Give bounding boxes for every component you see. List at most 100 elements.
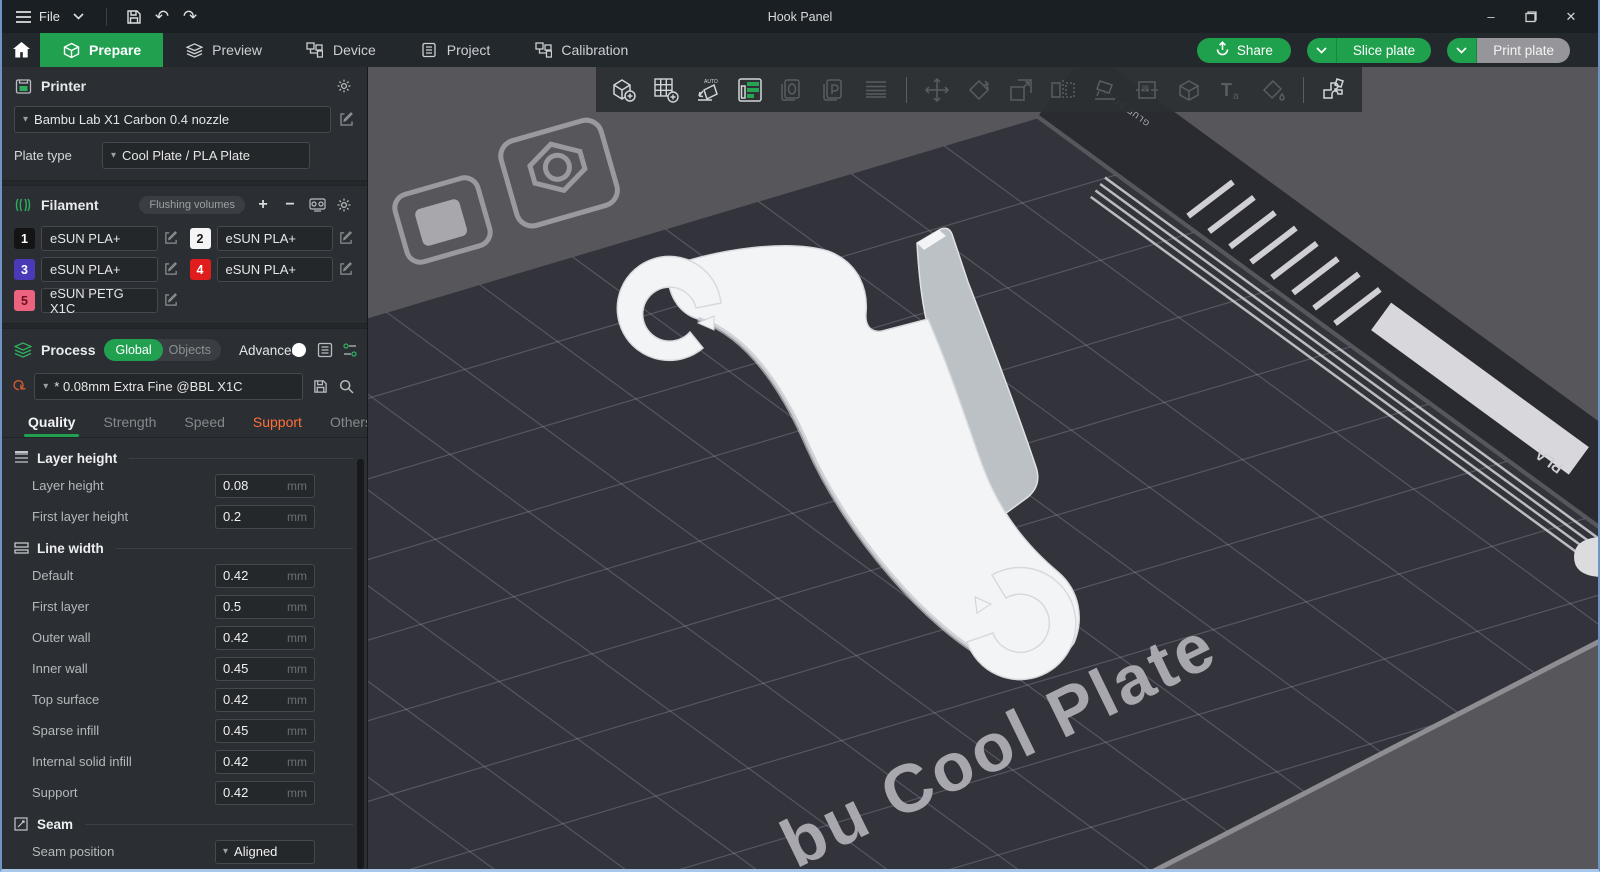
- plate-type-select[interactable]: ▾ Cool Plate / PLA Plate: [102, 142, 310, 169]
- viewport-3d[interactable]: PLA GLUE STICK bu Cool Plate: [368, 67, 1598, 869]
- setting-input[interactable]: 0.5 mm: [215, 594, 315, 619]
- setting-label: Outer wall: [32, 630, 91, 645]
- process-preset-select[interactable]: ▾ * 0.08mm Extra Fine @BBL X1C: [34, 373, 303, 400]
- settings-group-header: Line width: [2, 532, 367, 560]
- printer-edit-icon[interactable]: [339, 111, 355, 128]
- device-icon: [306, 41, 324, 59]
- process-preset-value: * 0.08mm Extra Fine @BBL X1C: [54, 379, 243, 394]
- printer-section-header: Printer: [2, 67, 367, 103]
- filament-badge[interactable]: 3: [14, 259, 35, 280]
- process-tab-support[interactable]: Support: [239, 410, 316, 437]
- save-preset-icon[interactable]: [311, 378, 329, 396]
- setting-input[interactable]: 0.45 mm: [215, 656, 315, 681]
- tab-label: Preview: [212, 42, 262, 58]
- tab-calibration[interactable]: Calibration: [512, 33, 650, 67]
- filament-settings-gear-icon[interactable]: [335, 196, 353, 214]
- print-options-chevron[interactable]: [1447, 37, 1478, 63]
- printer-select[interactable]: ▾ Bambu Lab X1 Carbon 0.4 nozzle: [14, 106, 331, 133]
- process-scope-toggle[interactable]: Global Objects: [104, 339, 222, 361]
- filament-badge[interactable]: 2: [189, 228, 211, 249]
- share-button[interactable]: Share: [1196, 37, 1291, 63]
- assembly-view-icon[interactable]: [1314, 71, 1354, 109]
- slice-options-chevron[interactable]: [1306, 37, 1337, 63]
- viewport-toolbar: AUTO Ta: [596, 67, 1362, 112]
- close-button[interactable]: ✕: [1554, 4, 1588, 30]
- parameter-table-icon[interactable]: [317, 341, 333, 359]
- setting-select[interactable]: ▾ Aligned: [215, 839, 315, 864]
- advanced-label: Advanced: [239, 342, 300, 358]
- tab-project[interactable]: Project: [398, 33, 513, 67]
- chevron-down-icon[interactable]: [70, 8, 88, 26]
- filament-edit-icon[interactable]: [164, 292, 180, 309]
- arrange-icon[interactable]: [730, 71, 770, 109]
- scope-objects[interactable]: Objects: [163, 343, 221, 357]
- setting-unit: mm: [287, 754, 307, 769]
- undo-icon[interactable]: ↶: [153, 7, 171, 26]
- setting-input[interactable]: 0.42 mm: [215, 780, 315, 805]
- minimize-button[interactable]: –: [1474, 4, 1508, 30]
- setting-label: Default: [32, 568, 74, 583]
- filament-select[interactable]: eSUN PLA+: [41, 226, 158, 251]
- printer-settings-gear-icon[interactable]: [335, 77, 353, 95]
- calibration-icon: [534, 41, 552, 59]
- flushing-volumes-button[interactable]: Flushing volumes: [139, 196, 245, 214]
- setting-row: Support 0.42 mm: [2, 777, 367, 808]
- titlebar-separator: [105, 7, 107, 26]
- add-filament-button[interactable]: +: [254, 196, 272, 214]
- filament-select[interactable]: eSUN PLA+: [216, 226, 333, 251]
- filament-select[interactable]: eSUN PETG X1C: [41, 286, 158, 316]
- filament-edit-icon[interactable]: [339, 230, 355, 247]
- filament-badge[interactable]: 4: [189, 259, 211, 280]
- setting-value: 0.45: [223, 661, 249, 676]
- filament-badge[interactable]: 1: [14, 228, 35, 249]
- scope-global[interactable]: Global: [104, 339, 163, 361]
- setting-row: First layer 0.5 mm: [2, 591, 367, 622]
- app-window: File ↶ ↷ Hook Panel – ✕ Prepare Preview …: [0, 0, 1600, 872]
- process-tab-quality[interactable]: Quality: [14, 410, 89, 437]
- settings-scrollbar[interactable]: [357, 459, 364, 869]
- tab-prepare[interactable]: Prepare: [40, 33, 164, 67]
- auto-orient-icon[interactable]: AUTO: [688, 71, 728, 109]
- setting-input[interactable]: 0.2 mm: [215, 504, 315, 529]
- filament-edit-icon[interactable]: [164, 230, 180, 247]
- ams-sync-icon[interactable]: [308, 196, 326, 214]
- setting-input[interactable]: 0.42 mm: [215, 687, 315, 712]
- home-button[interactable]: [2, 33, 40, 67]
- setting-input[interactable]: 0.45 mm: [215, 718, 315, 743]
- process-tab-others[interactable]: Others: [316, 410, 367, 437]
- compare-presets-icon[interactable]: [342, 341, 358, 359]
- sidebar: Printer ▾ Bambu Lab X1 Carbon 0.4 nozzle…: [2, 67, 368, 869]
- filament-select[interactable]: eSUN PLA+: [216, 257, 333, 282]
- setting-input[interactable]: 0.42 mm: [215, 563, 315, 588]
- chevron-down-icon: ▾: [111, 150, 117, 161]
- seam-icon: [14, 817, 29, 832]
- setting-input[interactable]: 0.42 mm: [215, 625, 315, 650]
- filament-badge[interactable]: 5: [14, 290, 35, 311]
- filament-slot-5: 5 eSUN PETG X1C: [14, 286, 180, 316]
- filament-edit-icon[interactable]: [164, 261, 180, 278]
- filament-select[interactable]: eSUN PLA+: [41, 257, 158, 282]
- maximize-button[interactable]: [1514, 4, 1548, 30]
- redo-icon[interactable]: ↷: [181, 7, 199, 26]
- add-model-icon[interactable]: [604, 71, 644, 109]
- settings-group-title: Line width: [37, 541, 104, 556]
- tab-label: Calibration: [561, 42, 629, 58]
- process-tab-strength[interactable]: Strength: [89, 410, 170, 437]
- tab-preview[interactable]: Preview: [163, 33, 284, 67]
- print-plate-button[interactable]: Print plate: [1447, 37, 1570, 63]
- setting-input[interactable]: 0.08 mm: [215, 473, 315, 498]
- slice-plate-button[interactable]: Slice plate: [1306, 37, 1432, 63]
- reset-preset-icon[interactable]: ⟳: [8, 375, 31, 399]
- filament-edit-icon[interactable]: [339, 261, 355, 278]
- save-icon[interactable]: [125, 8, 143, 26]
- tab-device[interactable]: Device: [284, 33, 398, 67]
- search-preset-icon[interactable]: [337, 378, 355, 396]
- process-section-header: Process Global Objects Advanced: [2, 329, 367, 369]
- process-icon: [14, 341, 32, 359]
- remove-filament-button[interactable]: −: [281, 196, 299, 214]
- setting-input[interactable]: 0.42 mm: [215, 749, 315, 774]
- printer-icon: [14, 77, 32, 95]
- add-plate-icon[interactable]: [646, 71, 686, 109]
- file-menu[interactable]: File: [14, 8, 60, 26]
- process-tab-speed[interactable]: Speed: [170, 410, 238, 437]
